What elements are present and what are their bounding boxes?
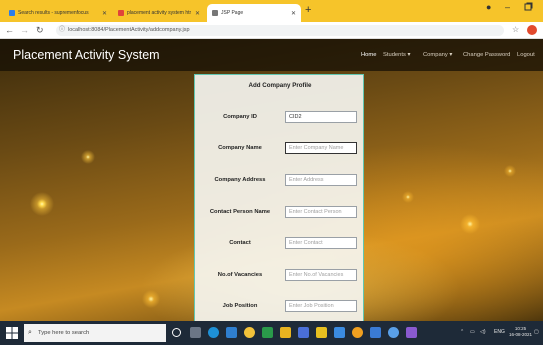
notification-icon[interactable]: ▢ (534, 329, 539, 335)
task-view-icon[interactable] (190, 327, 201, 338)
close-icon[interactable]: ✕ (102, 10, 107, 17)
form-title: Add Company Profile (248, 82, 312, 89)
network-icon[interactable]: ▭ (470, 329, 475, 335)
nav-change-password[interactable]: Change Password (463, 52, 510, 58)
windows-start-icon[interactable] (6, 327, 18, 339)
firefox-icon[interactable] (352, 327, 363, 338)
window-icon[interactable] (524, 2, 533, 13)
nav-students[interactable]: Students ▾ (383, 52, 410, 58)
mail-app-icon[interactable] (298, 327, 309, 338)
company-name-label: Company Name (218, 145, 262, 151)
page-background: Placement Activity System Home Students … (0, 39, 543, 321)
company-name-field[interactable] (285, 142, 357, 154)
new-tab-button[interactable]: + (305, 4, 311, 16)
nav-logout[interactable]: Logout (517, 52, 535, 58)
browser-tab-jsp-page[interactable]: JSP Page ✕ (207, 4, 301, 22)
edge-icon[interactable] (208, 327, 219, 338)
contact-person-field[interactable] (285, 206, 357, 218)
site-brand[interactable]: Placement Activity System (13, 48, 160, 62)
taskbar-search[interactable]: ⌕ Type here to search (24, 324, 166, 342)
notes-icon[interactable] (316, 327, 327, 338)
tab-title: JSP Page (221, 10, 244, 16)
address-bar-row: ← → ↻ ⓘ localhost:8084/PlacementActivity… (0, 22, 543, 39)
company-id-field[interactable] (285, 111, 357, 123)
windows-taskbar: ⌕ Type here to search ⌃ ▭ ◁) ENG 10:25 1… (0, 321, 543, 345)
info-icon: ⓘ (59, 27, 66, 33)
job-position-field[interactable] (285, 300, 357, 312)
reload-icon[interactable]: ↻ (36, 24, 44, 36)
vacancies-label: No.of Vacancies (217, 272, 263, 278)
close-icon[interactable]: ✕ (195, 10, 200, 17)
browser-tab-search-results[interactable]: Search results - supremenfocus ✕ (4, 4, 112, 22)
page-icon (212, 10, 218, 16)
browser-tab-placement[interactable]: placement activity system html ✕ (113, 4, 205, 22)
extension-icon[interactable]: ● (486, 2, 491, 12)
taskbar-clock[interactable]: 10:25 16-08-2021 (509, 326, 532, 338)
mail-icon (9, 10, 15, 16)
word-icon[interactable] (370, 327, 381, 338)
forward-icon[interactable]: → (20, 24, 29, 36)
app-icon[interactable] (262, 327, 273, 338)
bookmark-star-icon[interactable]: ☆ (512, 25, 519, 34)
store-icon[interactable] (226, 327, 237, 338)
search-icon: ⌕ (28, 329, 32, 336)
taskbar-search-placeholder: Type here to search (38, 330, 90, 336)
company-id-label: Company ID (223, 114, 257, 120)
minimize-button[interactable]: – (505, 2, 510, 12)
url-field[interactable]: ⓘ localhost:8084/PlacementActivity/addco… (56, 25, 504, 36)
add-company-form: Add Company Profile Company ID Company N… (194, 74, 364, 321)
company-address-label: Company Address (214, 177, 266, 183)
contact-field[interactable] (285, 237, 357, 249)
tray-chevron-icon[interactable]: ⌃ (460, 329, 464, 335)
contact-label: Contact (229, 240, 251, 246)
language-indicator[interactable]: ENG (494, 329, 505, 335)
google-icon (118, 10, 124, 16)
site-navbar: Placement Activity System Home Students … (0, 39, 543, 71)
url-text: localhost:8084/PlacementActivity/addcomp… (68, 27, 190, 33)
tab-title: Search results - supremenfocus (18, 10, 89, 16)
netbeans-icon[interactable] (388, 327, 399, 338)
nav-home[interactable]: Home (361, 52, 376, 58)
nav-company[interactable]: Company ▾ (423, 52, 452, 58)
close-icon[interactable]: ✕ (291, 10, 296, 17)
photos-icon[interactable] (334, 327, 345, 338)
company-address-field[interactable] (285, 174, 357, 186)
job-position-label: Job Position (222, 303, 258, 309)
cortana-icon[interactable] (172, 328, 181, 337)
profile-avatar[interactable] (527, 25, 537, 35)
chrome-icon[interactable] (244, 327, 255, 338)
contact-person-label: Contact Person Name (209, 209, 271, 215)
browser-tab-strip: Search results - supremenfocus ✕ placeme… (0, 0, 543, 22)
clock-date: 16-08-2021 (509, 332, 533, 337)
file-explorer-icon[interactable] (280, 327, 291, 338)
back-icon[interactable]: ← (5, 24, 14, 36)
volume-icon[interactable]: ◁) (480, 329, 486, 335)
vacancies-field[interactable] (285, 269, 357, 281)
tab-title: placement activity system html (127, 10, 191, 16)
settings-app-icon[interactable] (406, 327, 417, 338)
